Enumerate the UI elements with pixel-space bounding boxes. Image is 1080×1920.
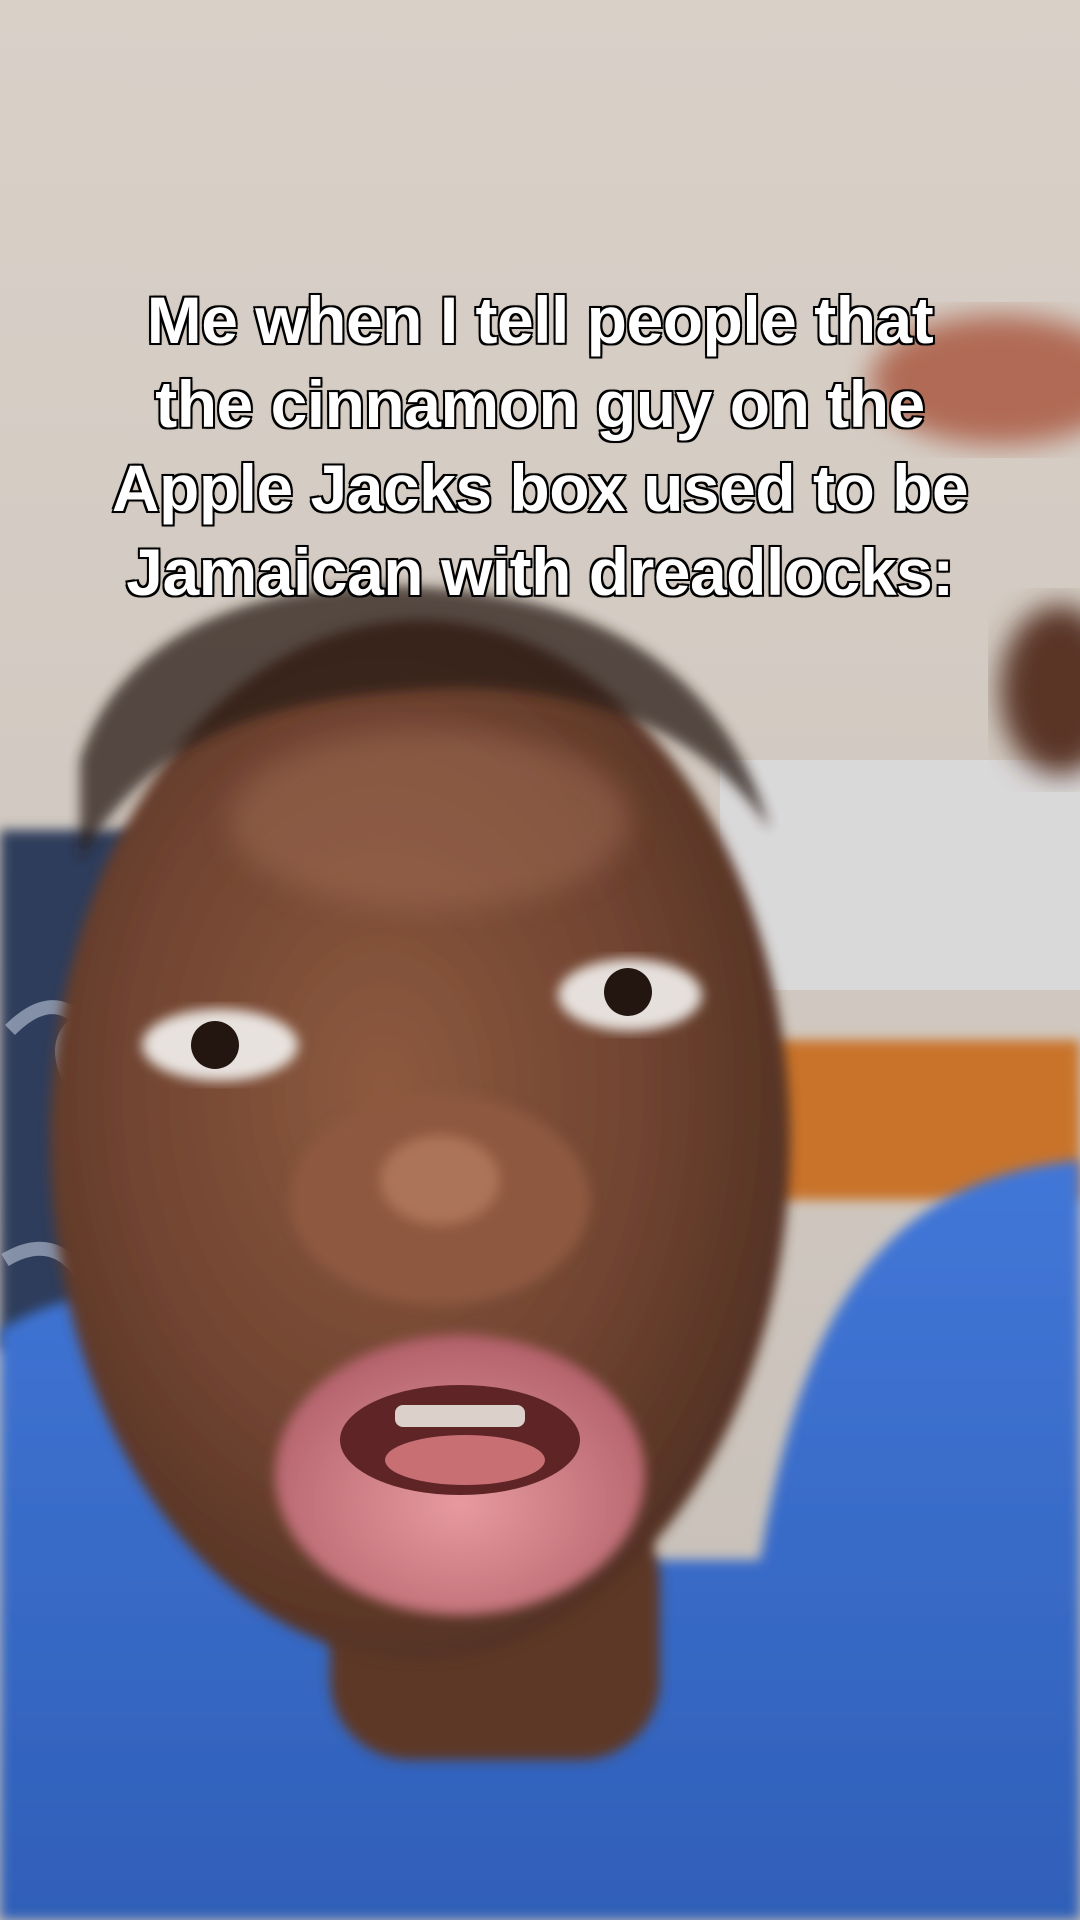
caption-line: the cinnamon guy on the bbox=[154, 366, 927, 443]
video-frame: Me when I tell people that the cinnamon … bbox=[0, 0, 1080, 1920]
left-pupil bbox=[191, 1021, 239, 1069]
forehead-highlight bbox=[230, 730, 630, 910]
wall-band bbox=[720, 760, 1080, 990]
caption-line: Jamaican with dreadlocks: bbox=[125, 534, 956, 611]
right-pupil bbox=[604, 968, 652, 1016]
tongue bbox=[385, 1435, 545, 1485]
caption-line: Apple Jacks box used to be bbox=[110, 450, 970, 527]
teeth bbox=[395, 1405, 525, 1427]
caption-line: Me when I tell people that bbox=[145, 282, 935, 359]
video-caption: Me when I tell people that the cinnamon … bbox=[60, 278, 1020, 614]
nose-highlight bbox=[380, 1135, 500, 1225]
